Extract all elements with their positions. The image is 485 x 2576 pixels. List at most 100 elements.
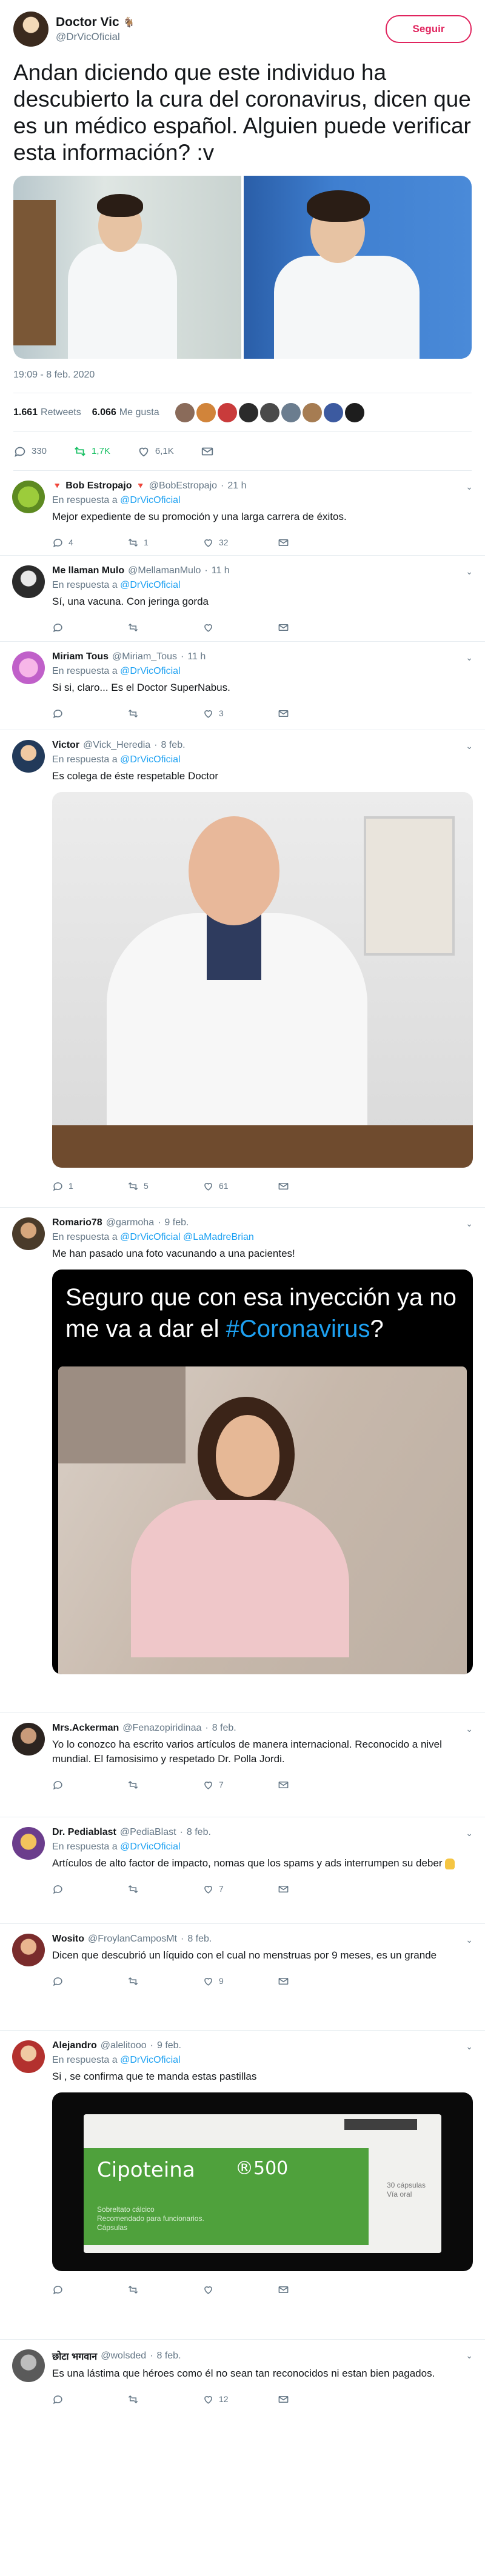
like-action[interactable]: 7 [202,1883,278,1895]
liker-avatar[interactable] [259,402,279,422]
author-avatar[interactable] [13,12,48,47]
message-action[interactable] [278,1180,353,1192]
reply-time[interactable]: 9 feb. [164,1217,189,1228]
reply-author-handle[interactable]: @Fenazopiridinaa [122,1723,201,1734]
author-name[interactable]: Doctor Vic [56,15,119,30]
pill-box-image[interactable]: Cipoteina ®500 Sobreltato cálcico Recome… [52,2092,473,2271]
follow-button[interactable]: Seguir [386,15,472,43]
doctor-photo-1[interactable] [13,176,241,359]
reply-avatar[interactable] [12,1217,45,1250]
reply-time[interactable]: 8 feb. [212,1723,236,1734]
like-action[interactable]: 9 [202,1975,278,1987]
reply-time[interactable]: 8 feb. [161,740,186,751]
reply-avatar[interactable] [12,740,45,773]
reply-author-name[interactable]: Bob Estropajo [65,481,132,491]
likes-stat[interactable]: 6.066 Me gusta [92,407,159,418]
chevron-down-icon[interactable]: ⌄ [466,1828,473,1839]
reply-action[interactable] [52,708,127,719]
reply-author-handle[interactable]: @PediaBlast [120,1827,176,1838]
message-action[interactable] [278,622,353,633]
reply-avatar[interactable] [12,2040,45,2073]
reply-photo[interactable] [52,792,473,1168]
reply-author-name[interactable]: छोटा भगवान [52,2349,97,2363]
chevron-down-icon[interactable]: ⌄ [466,2042,473,2052]
reply-avatar[interactable] [12,481,45,513]
reply-author-name[interactable]: Wosito [52,1934,84,1945]
like-action[interactable]: 32 [202,537,278,548]
reply-to-link[interactable]: @DrVicOficial [120,1842,181,1852]
reply-to-link[interactable]: @DrVicOficial [120,2055,181,2065]
reply-author-handle[interactable]: @wolsded [101,2351,146,2361]
retweet-action[interactable] [127,1883,202,1895]
reply-avatar[interactable] [12,565,45,598]
like-action[interactable] [202,2284,278,2295]
retweets-stat[interactable]: 1.661 Retweets [13,407,81,418]
reply-tweet[interactable]: Me llaman Mulo @MellamanMulo · 11 h En r… [0,556,485,642]
reply-tweet[interactable]: Mrs.Ackerman @Fenazopiridinaa · 8 feb. Y… [0,1713,485,1817]
reply-author-handle[interactable]: @garmoha [106,1217,154,1228]
retweet-action[interactable] [127,622,202,633]
reply-tweet[interactable]: Wosito @FroylanCamposMt · 8 feb. Dicen q… [0,1924,485,2031]
reply-avatar[interactable] [12,1827,45,1860]
reply-time[interactable]: 8 feb. [187,1934,212,1945]
author-handle[interactable]: @DrVicOficial [56,31,386,43]
reply-to-link[interactable]: @DrVicOficial [120,580,181,590]
reply-tweet[interactable]: Alejandro @alelitooo · 9 feb. En respues… [0,2031,485,2340]
chevron-down-icon[interactable]: ⌄ [466,2351,473,2361]
liker-avatar[interactable] [344,402,364,422]
reply-tweet[interactable]: Victor @Vick_Heredia · 8 feb. En respues… [0,730,485,1208]
reply-author-handle[interactable]: @Miriam_Tous [112,651,177,662]
like-action[interactable] [202,622,278,633]
retweet-action[interactable] [127,1779,202,1791]
reply-author-handle[interactable]: @alelitooo [101,2040,147,2051]
reply-author-handle[interactable]: @FroylanCamposMt [88,1934,177,1945]
like-action[interactable]: 7 [202,1779,278,1791]
reply-tweet[interactable]: Dr. Pediablast @PediaBlast · 8 feb. En r… [0,1817,485,1924]
reply-to-link[interactable]: @LaMadreBrian [183,1232,254,1242]
reply-time[interactable]: 9 feb. [157,2040,181,2051]
liker-avatar[interactable] [217,402,237,422]
message-action[interactable] [278,1883,353,1895]
reply-to-link[interactable]: @DrVicOficial [120,666,181,676]
liker-avatar[interactable] [323,402,343,422]
liker-avatar[interactable] [196,402,216,422]
reply-meme-image[interactable]: Seguro que con esa inyección ya no me va… [52,1270,473,1674]
reply-tweet[interactable]: Miriam Tous @Miriam_Tous · 11 h En respu… [0,642,485,730]
reply-tweet[interactable]: Romario78 @garmoha · 9 feb. En respuesta… [0,1208,485,1713]
reply-avatar[interactable] [12,651,45,684]
reply-action[interactable] [52,1975,127,1987]
reply-time[interactable]: 8 feb. [156,2351,181,2361]
reply-author-handle[interactable]: @MellamanMulo [128,565,201,576]
message-action[interactable] [278,708,353,719]
reply-action[interactable] [52,1779,127,1791]
doctor-photo-2[interactable] [244,176,472,359]
reply-author-name[interactable]: Victor [52,740,79,751]
reply-author-name[interactable]: Dr. Pediablast [52,1827,116,1838]
retweet-action[interactable] [127,1975,202,1987]
reply-author-handle[interactable]: @BobEstropajo [149,481,217,491]
reply-to-link[interactable]: @DrVicOficial [120,754,181,765]
tweet-timestamp[interactable]: 19:09 - 8 feb. 2020 [13,370,472,393]
retweet-action[interactable]: 1 [127,537,202,548]
reply-action[interactable]: 4 [52,537,127,548]
chevron-down-icon[interactable]: ⌄ [466,482,473,492]
liker-avatar[interactable] [238,402,258,422]
retweet-action[interactable] [127,2284,202,2295]
reply-tweet[interactable]: छोटा भगवान @wolsded · 8 feb. Es una lást… [0,2340,485,2449]
retweet-action[interactable]: 1,7K [73,445,110,458]
like-action[interactable]: 6,1K [137,445,174,458]
reply-action[interactable] [52,622,127,633]
reply-to-link[interactable]: @DrVicOficial [120,495,181,505]
like-action[interactable]: 61 [202,1180,278,1192]
chevron-down-icon[interactable]: ⌄ [466,653,473,663]
reply-time[interactable]: 21 h [227,481,246,491]
reply-action[interactable] [52,2284,127,2295]
reply-time[interactable]: 8 feb. [187,1827,211,1838]
message-action[interactable] [278,537,353,548]
liker-avatar[interactable] [302,402,322,422]
tweet-media[interactable] [13,176,472,359]
reply-author-handle[interactable]: @Vick_Heredia [83,740,150,751]
retweet-action[interactable] [127,2394,202,2405]
retweet-action[interactable]: 5 [127,1180,202,1192]
reply-tweet[interactable]: 🔻 Bob Estropajo 🔻 @BobEstropajo · 21 h E… [0,471,485,556]
